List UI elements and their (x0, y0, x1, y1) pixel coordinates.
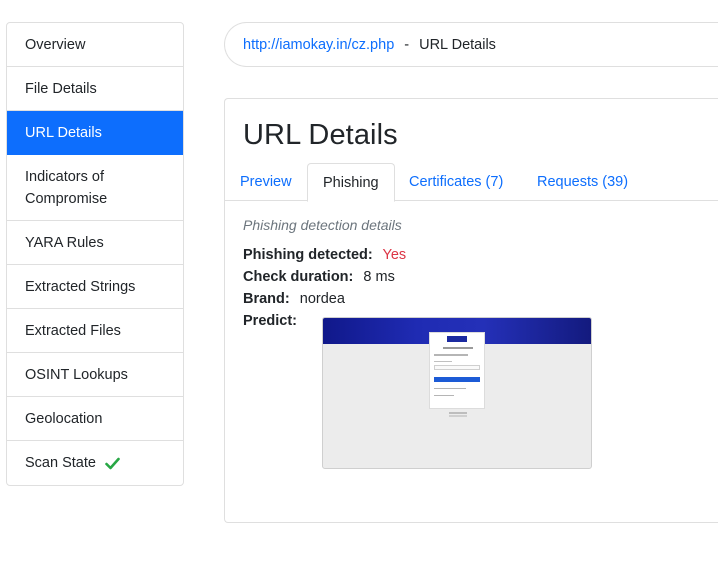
check-duration-row: Check duration: 8 ms (243, 269, 395, 285)
check-duration-label: Check duration: (243, 269, 354, 285)
sidebar-item-label: File Details (25, 80, 97, 97)
check-duration-value: 8 ms (363, 269, 395, 285)
sidebar-item-label: Scan State (25, 455, 96, 471)
sidebar-item-label: Geolocation (25, 410, 103, 427)
sidebar-item-overview[interactable]: Overview (7, 23, 183, 67)
sidebar-item-geolocation[interactable]: Geolocation (7, 397, 183, 441)
brand-row: Brand: nordea (243, 291, 345, 307)
thumb-button (434, 377, 480, 382)
sidebar-item-label: Indicators of Compromise (25, 168, 108, 207)
tab-label: Phishing (323, 175, 379, 191)
thumb-line (443, 347, 473, 349)
sidebar-item-label: Extracted Files (25, 322, 121, 339)
thumb-line (434, 395, 454, 396)
brand-value: nordea (299, 291, 345, 307)
sidebar-item-label: Extracted Strings (25, 278, 136, 295)
sidebar-item-label: Overview (25, 36, 86, 53)
sidebar-item-osint-lookups[interactable]: OSINT Lookups (7, 353, 183, 397)
page-title: URL Details (243, 119, 398, 151)
breadcrumb-url-link[interactable]: http://iamokay.in/cz.php (243, 37, 394, 53)
breadcrumb-current: URL Details (419, 36, 496, 53)
breadcrumb-separator: - (404, 36, 410, 53)
url-details-card: URL Details Preview Phishing Certificate… (224, 98, 718, 523)
phishing-detected-value: Yes (382, 247, 407, 263)
breadcrumb: http://iamokay.in/cz.php - URL Details (224, 22, 718, 67)
tab-phishing[interactable]: Phishing (307, 163, 395, 202)
sidebar-item-url-details[interactable]: URL Details (7, 111, 183, 155)
tab-preview[interactable]: Preview (225, 163, 307, 201)
sidebar-item-indicators-of-compromise[interactable]: Indicators of Compromise (7, 155, 183, 221)
thumb-line (434, 388, 466, 389)
thumb-line (434, 361, 452, 362)
tab-requests[interactable]: Requests (39) (522, 163, 643, 201)
predict-label: Predict: (243, 313, 297, 329)
thumb-input (434, 365, 480, 370)
tab-label: Preview (240, 174, 292, 190)
thumb-footer-line (449, 412, 467, 414)
page: Overview File Details URL Details Indica… (0, 0, 718, 582)
predict-row: Predict: (243, 313, 303, 329)
sidebar-item-extracted-strings[interactable]: Extracted Strings (7, 265, 183, 309)
sidebar-item-label: URL Details (25, 124, 102, 141)
predict-screenshot-image (322, 317, 592, 469)
phishing-detected-row: Phishing detected: Yes (243, 247, 406, 263)
sidebar-item-label: YARA Rules (25, 234, 104, 251)
tab-certificates[interactable]: Certificates (7) (394, 163, 518, 201)
phishing-detected-label: Phishing detected: (243, 247, 373, 263)
sidebar-item-file-details[interactable]: File Details (7, 67, 183, 111)
brand-label: Brand: (243, 291, 290, 307)
sidebar-item-label: OSINT Lookups (25, 366, 128, 383)
section-description: Phishing detection details (243, 217, 402, 233)
thumb-line (434, 354, 468, 356)
tab-label: Certificates (7) (409, 174, 504, 190)
thumb-login-form (429, 332, 485, 409)
tab-bar: Preview Phishing Certificates (7) Reques… (225, 163, 718, 202)
thumb-logo (446, 335, 468, 343)
sidebar-item-extracted-files[interactable]: Extracted Files (7, 309, 183, 353)
sidebar-item-scan-state[interactable]: Scan State (7, 441, 183, 485)
sidebar-item-yara-rules[interactable]: YARA Rules (7, 221, 183, 265)
thumb-footer-line (449, 415, 467, 417)
sidebar-nav: Overview File Details URL Details Indica… (6, 22, 184, 486)
check-icon (105, 457, 120, 469)
tab-label: Requests (39) (537, 174, 629, 190)
